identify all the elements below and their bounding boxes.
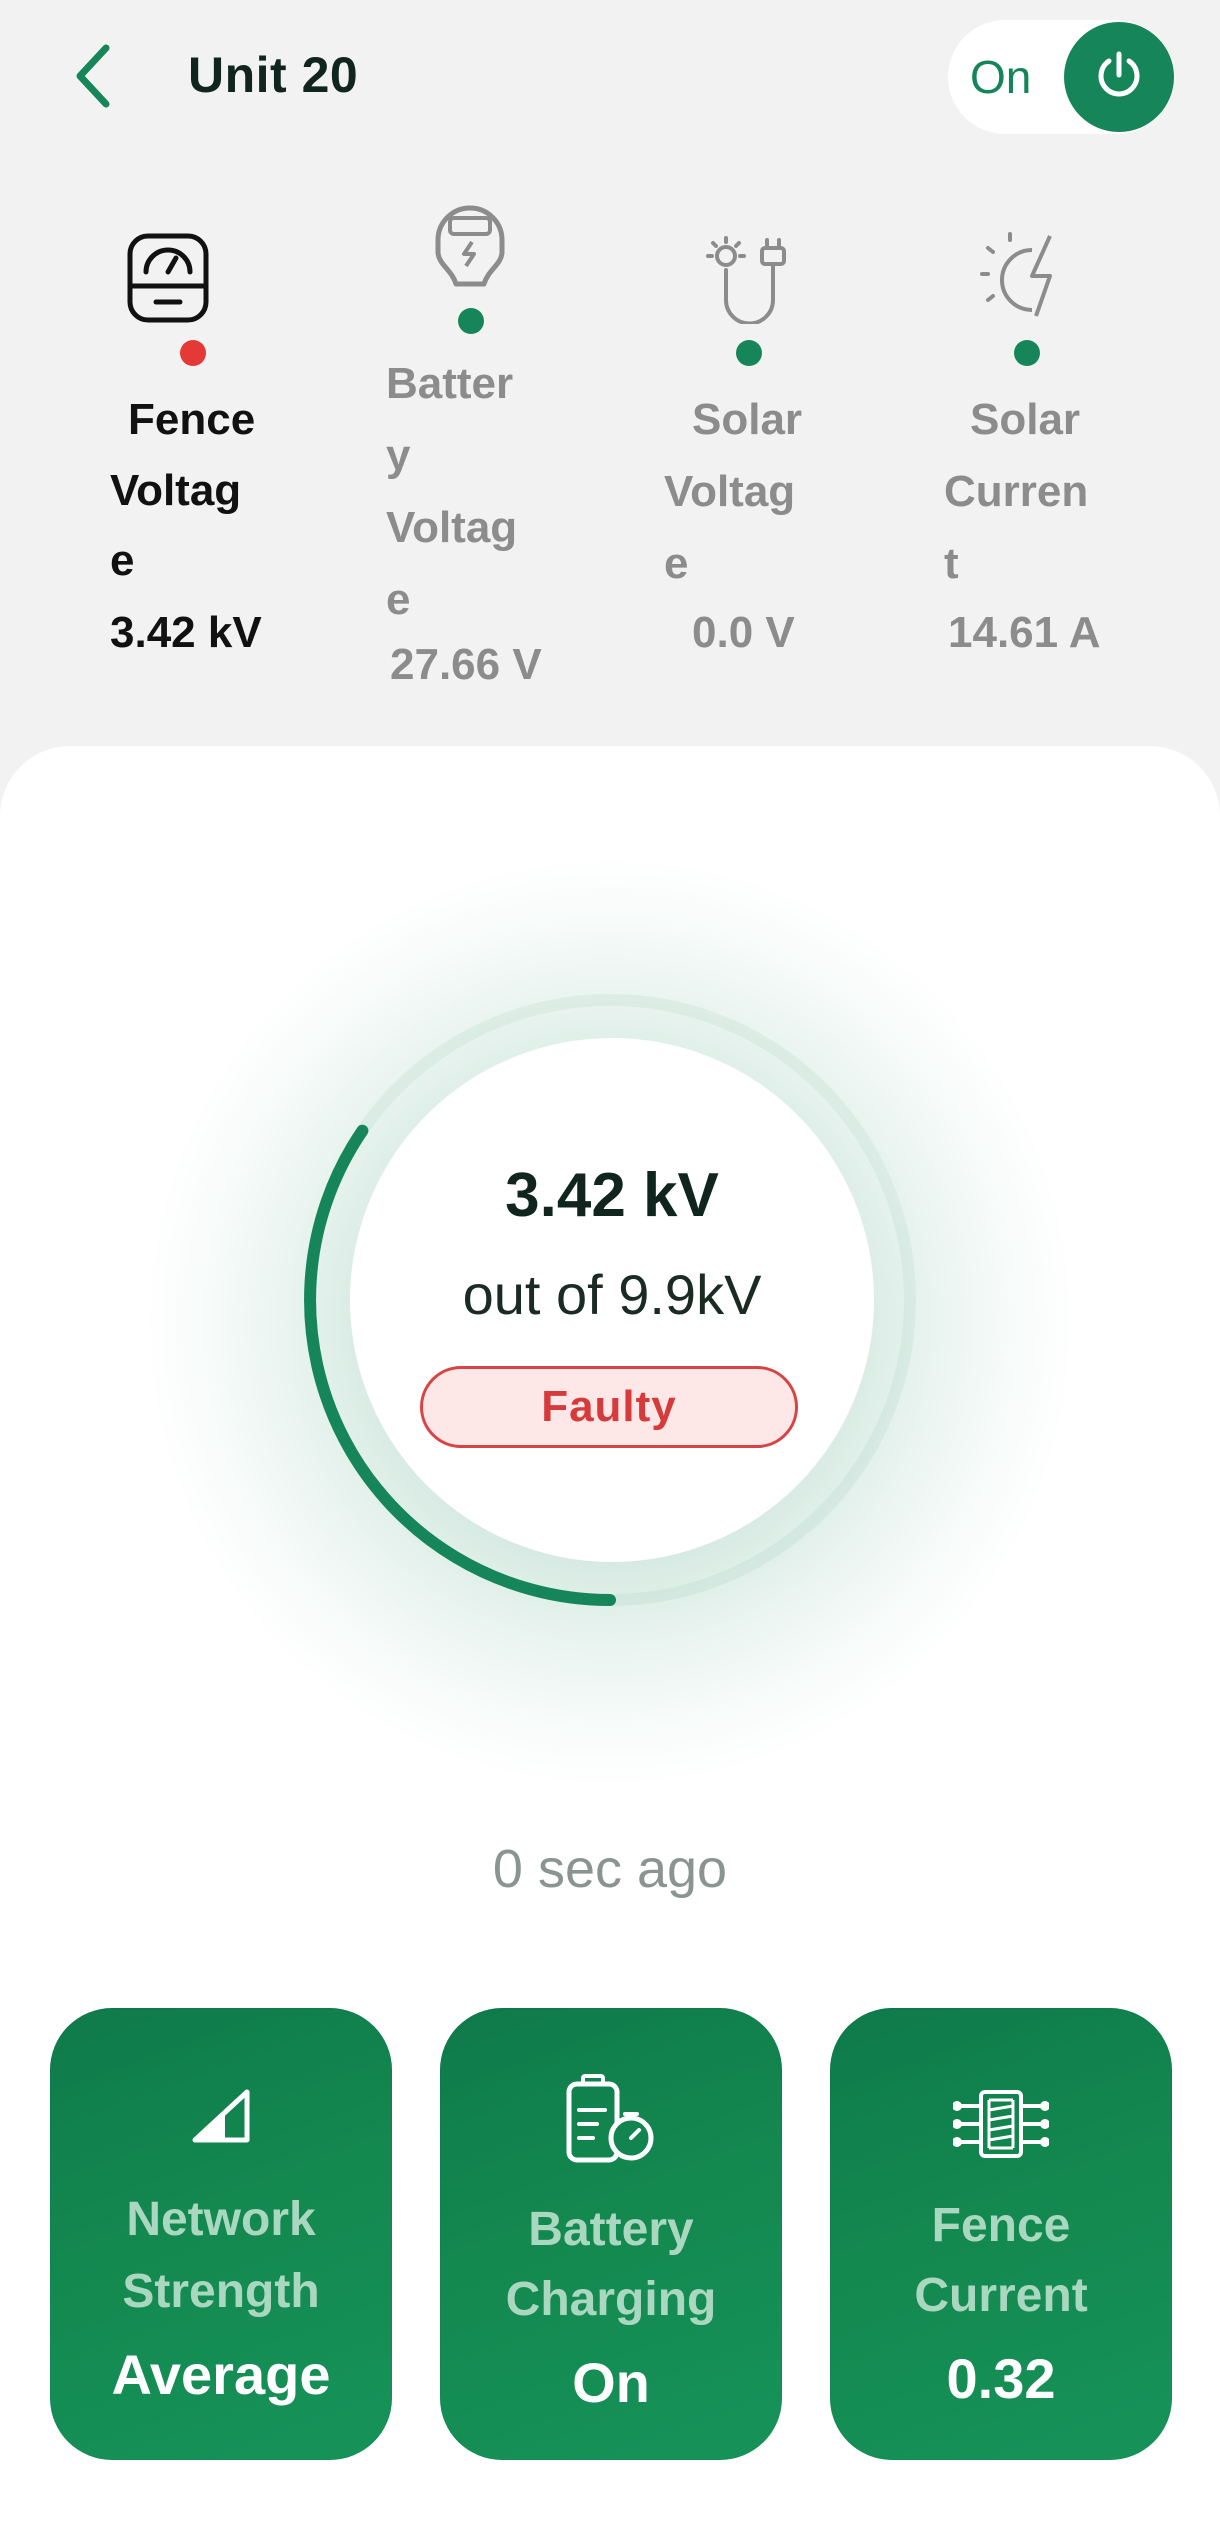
- tile-label: Charging: [505, 2273, 717, 2326]
- metric-value: 3.42 kV: [110, 608, 262, 657]
- page-title: Unit 20: [188, 47, 359, 103]
- tile-battery-charging[interactable]: Battery Charging On: [440, 2008, 782, 2460]
- gauge-value: 3.42 kV: [505, 1161, 719, 1230]
- metric-label: Solar Curren t: [944, 395, 1089, 588]
- power-button[interactable]: [1064, 22, 1174, 132]
- metric-label: Fence: [128, 395, 256, 444]
- battery-meter-icon: [430, 200, 510, 301]
- metric-label: Batter y Voltag e: [386, 359, 518, 624]
- battery-timer-icon: [440, 2072, 782, 2164]
- metrics-row: Fence Voltag e 3.42 kV Batter y Voltag e 27.…: [0, 190, 1220, 730]
- metric-value: 0.0 V: [692, 608, 795, 657]
- fence-current-icon: [830, 2086, 1172, 2162]
- tile-label: Strength: [122, 2265, 320, 2318]
- metric-value: 27.66 V: [390, 640, 542, 689]
- tile-label: Battery: [528, 2203, 694, 2256]
- back-button[interactable]: [62, 38, 122, 118]
- gauge-max-label: out of 9.9kV: [462, 1263, 762, 1326]
- solar-bolt-icon: [980, 230, 1076, 327]
- chevron-left-icon: [72, 44, 112, 113]
- tile-network-strength[interactable]: Network Strength Average: [50, 2008, 392, 2460]
- power-state-label: On: [970, 51, 1032, 103]
- tile-label: Fence: [931, 2199, 1071, 2252]
- tile-label: Current: [914, 2269, 1088, 2322]
- tile-value: 0.32: [946, 2347, 1056, 2410]
- metric-label-rest: Voltag e: [110, 466, 242, 585]
- app-header: Unit 20 On: [0, 0, 1220, 160]
- metric-value: 14.61 A: [948, 608, 1101, 657]
- battery-status-dot: [458, 308, 484, 334]
- solar-voltage-status-dot: [736, 340, 762, 366]
- signal-strength-icon: [50, 2088, 392, 2144]
- power-icon: [1092, 48, 1146, 107]
- tile-fence-current[interactable]: Fence Current 0.32: [830, 2008, 1172, 2460]
- status-badge: Faulty: [420, 1366, 798, 1448]
- metric-label: Solar Voltag e: [664, 395, 803, 588]
- power-toggle[interactable]: On: [948, 20, 1174, 134]
- solar-current-status-dot: [1014, 340, 1040, 366]
- tile-label: Network: [126, 2193, 316, 2246]
- last-updated: 0 sec ago: [492, 1839, 728, 1899]
- tile-value: On: [572, 2351, 650, 2414]
- fence-meter-icon: [72, 232, 312, 324]
- fence-status-dot: [180, 340, 206, 366]
- tile-value: Average: [111, 2343, 331, 2406]
- solar-plug-icon: [702, 234, 798, 329]
